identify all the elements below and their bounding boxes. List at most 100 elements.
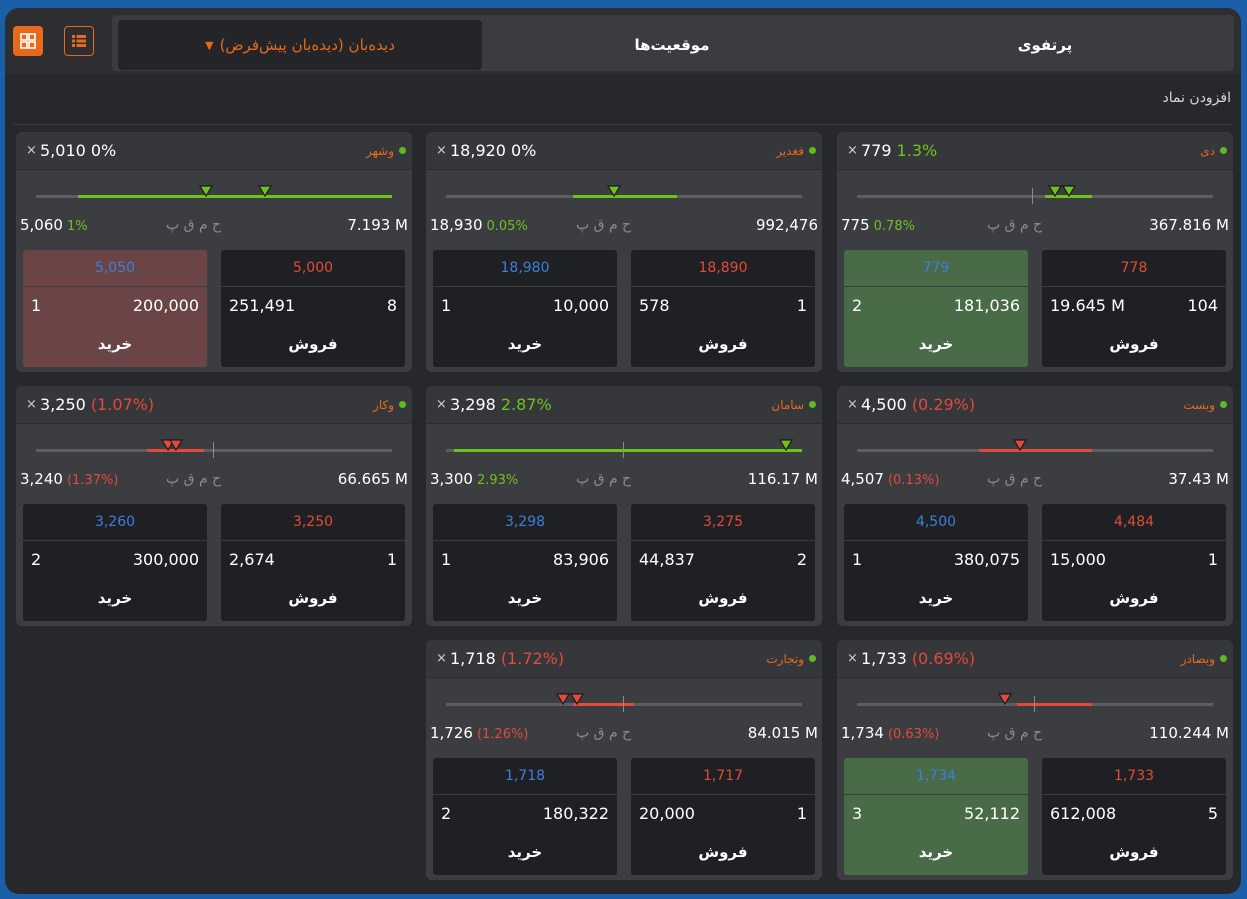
card-header: × 1,718 (1.72%) وتجارت	[426, 640, 822, 678]
sell-box[interactable]: 1,733 612,008 5 فروش	[1042, 758, 1226, 875]
buy-label: خرید	[918, 335, 954, 353]
watchlist-dropdown[interactable]: دیده‌بان (دیده‌بان پیش‌فرض) ▼	[118, 20, 482, 70]
close-price: 775 0.78%	[841, 216, 915, 234]
price-range-fill	[979, 449, 1093, 452]
buy-volume: 300,000	[132, 550, 199, 569]
symbol-card[interactable]: × 1,733 (0.69%) وبصادر 1,734 (0.63%) ح م ق…	[837, 640, 1233, 880]
last-price-value: 18,920	[450, 141, 506, 160]
close-icon[interactable]: ×	[26, 397, 37, 412]
close-price-value: 4,507	[841, 470, 884, 488]
price-marker-icon	[1048, 185, 1062, 197]
buy-count: 2	[441, 804, 452, 823]
stat-labels: ح م ق پ	[166, 217, 222, 233]
symbol-name[interactable]: وبصادر	[1181, 652, 1215, 666]
buy-price: 1,734	[844, 758, 1028, 795]
trade-volume: 84.015 M	[747, 724, 818, 742]
close-icon[interactable]: ×	[436, 397, 447, 412]
card-header: × 18,920 0% فغدیر	[426, 132, 822, 170]
close-price: 18,930 0.05%	[430, 216, 528, 234]
sell-count: 5	[1207, 804, 1218, 823]
list-view-icon[interactable]	[64, 26, 94, 56]
stat-labels: ح م ق پ	[166, 471, 222, 487]
symbol-name[interactable]: دی	[1200, 144, 1215, 158]
symbol-card[interactable]: × 18,920 0% فغدیر 18,930 0.05% ح م ق پ 992…	[426, 132, 822, 372]
sell-price: 778	[1042, 250, 1226, 287]
symbol-card[interactable]: × 5,010 0% وشهر 5,060 1% ح م ق پ 7.193 M 5…	[16, 132, 412, 372]
sell-box[interactable]: 3,275 44,837 2 فروش	[631, 504, 815, 621]
symbol-name[interactable]: فغدیر	[776, 144, 804, 158]
price-marker-icon	[779, 439, 793, 451]
grid-view-icon[interactable]	[13, 26, 43, 56]
info-row: 1,726 (1.26%) ح م ق پ 84.015 M	[426, 722, 822, 746]
last-price: 779 1.3%	[861, 141, 937, 160]
symbol-card[interactable]: × 1,718 (1.72%) وتجارت 1,726 (1.26%) ح م ق…	[426, 640, 822, 880]
sell-count: 8	[386, 296, 397, 315]
last-price-change: (0.69%)	[911, 649, 976, 668]
buy-count: 2	[852, 296, 863, 315]
tab-bar: دیده‌بان (دیده‌بان پیش‌فرض) ▼ موقعیت‌ها …	[112, 15, 1234, 71]
buy-box[interactable]: 4,500 1 380,075 خرید	[844, 504, 1028, 621]
sell-volume: 251,491	[229, 296, 296, 315]
close-price: 1,726 (1.26%)	[430, 724, 528, 742]
sell-box[interactable]: 1,717 20,000 1 فروش	[631, 758, 815, 875]
tab-portfolio[interactable]: پرتفوی	[862, 20, 1228, 70]
status-dot-icon	[399, 147, 406, 154]
buy-price: 5,050	[23, 250, 207, 287]
buy-label: خرید	[507, 843, 543, 861]
close-icon[interactable]: ×	[847, 397, 858, 412]
symbol-card[interactable]: × 3,250 (1.07%) وکار 3,240 (1.37%) ح م ق پ…	[16, 386, 412, 626]
trade-volume: 66.665 M	[337, 470, 408, 488]
buy-box[interactable]: 5,050 1 200,000 خرید	[23, 250, 207, 367]
buy-box[interactable]: 779 2 181,036 خرید	[844, 250, 1028, 367]
buy-price: 3,260	[23, 504, 207, 541]
buy-count: 1	[441, 550, 452, 569]
sell-box[interactable]: 4,484 15,000 1 فروش	[1042, 504, 1226, 621]
symbol-card[interactable]: × 3,298 2.87% سامان 3,300 2.93% ح م ق پ 11…	[426, 386, 822, 626]
sell-box[interactable]: 18,890 578 1 فروش	[631, 250, 815, 367]
buy-box[interactable]: 3,260 2 300,000 خرید	[23, 504, 207, 621]
last-price: 4,500 (0.29%)	[861, 395, 975, 414]
sell-price: 4,484	[1042, 504, 1226, 541]
symbol-name[interactable]: وکار	[373, 398, 394, 412]
close-icon[interactable]: ×	[436, 143, 447, 158]
add-symbol-link[interactable]: افزودن نماد	[1162, 90, 1231, 106]
symbol-card[interactable]: × 4,500 (0.29%) وبست 4,507 (0.13%) ح م ق پ…	[837, 386, 1233, 626]
buy-box[interactable]: 1,734 3 52,112 خرید	[844, 758, 1028, 875]
price-marker-icon	[169, 439, 183, 451]
symbol-name[interactable]: وشهر	[366, 144, 394, 158]
price-marker-icon	[258, 185, 272, 197]
symbol-name[interactable]: وبست	[1183, 398, 1215, 412]
sell-box[interactable]: 778 19.645 M 104 فروش	[1042, 250, 1226, 367]
range-tick	[623, 442, 624, 458]
sell-box[interactable]: 5,000 251,491 8 فروش	[221, 250, 405, 367]
symbol-name[interactable]: وتجارت	[766, 652, 804, 666]
buy-box[interactable]: 1,718 2 180,322 خرید	[433, 758, 617, 875]
close-icon[interactable]: ×	[436, 651, 447, 666]
sell-box[interactable]: 3,250 2,674 1 فروش	[221, 504, 405, 621]
last-price-value: 1,718	[450, 649, 496, 668]
close-price-value: 3,300	[430, 470, 473, 488]
sell-label: فروش	[288, 335, 338, 353]
buy-label: خرید	[97, 589, 133, 607]
info-row: 3,240 (1.37%) ح م ق پ 66.665 M	[16, 468, 412, 492]
app-window: دیده‌بان (دیده‌بان پیش‌فرض) ▼ موقعیت‌ها …	[5, 8, 1241, 894]
close-icon[interactable]: ×	[847, 143, 858, 158]
buy-box[interactable]: 18,980 1 10,000 خرید	[433, 250, 617, 367]
sell-price: 5,000	[221, 250, 405, 287]
trade-volume: 992,476	[755, 216, 818, 234]
last-price-change: 1.3%	[896, 141, 938, 160]
sell-volume: 19.645 M	[1050, 296, 1125, 315]
close-icon[interactable]: ×	[847, 651, 858, 666]
price-range-track	[36, 449, 392, 452]
buy-label: خرید	[507, 335, 543, 353]
close-price-value: 775	[841, 216, 870, 234]
close-icon[interactable]: ×	[26, 143, 37, 158]
symbol-card[interactable]: × 779 1.3% دی 775 0.78% ح م ق پ 367.816 M …	[837, 132, 1233, 372]
sell-volume: 44,837	[639, 550, 695, 569]
close-price: 3,240 (1.37%)	[20, 470, 118, 488]
price-range-fill	[453, 449, 802, 452]
tab-positions[interactable]: موقعیت‌ها	[492, 20, 852, 70]
symbol-name[interactable]: سامان	[771, 398, 804, 412]
buy-volume: 83,906	[553, 550, 609, 569]
buy-box[interactable]: 3,298 1 83,906 خرید	[433, 504, 617, 621]
